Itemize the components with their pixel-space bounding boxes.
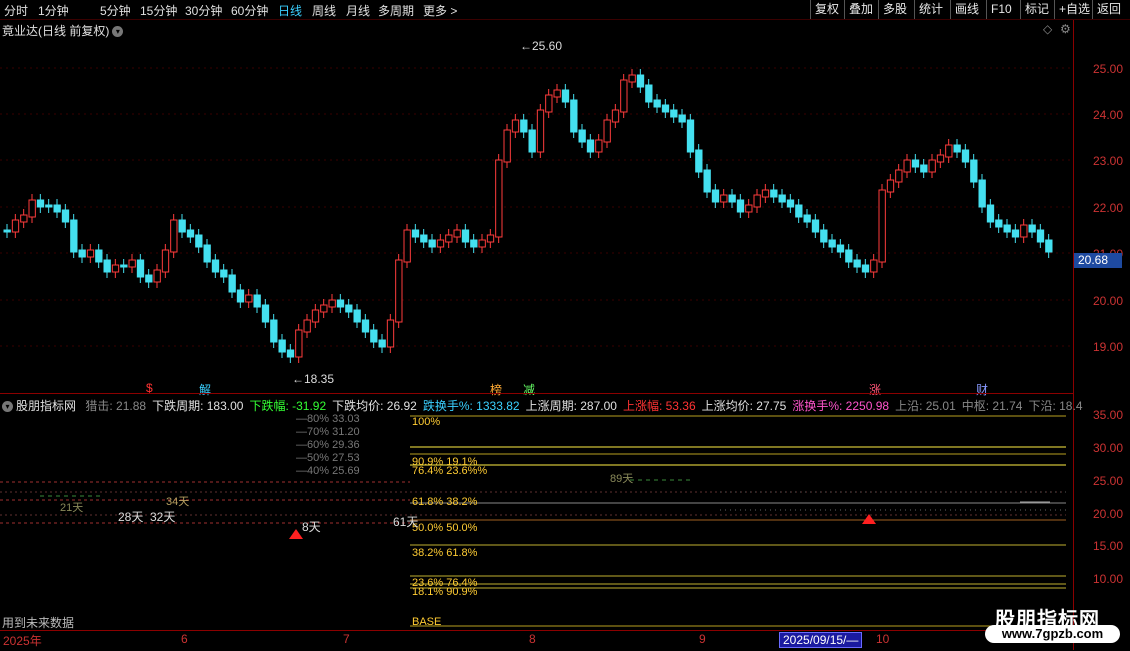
signal-text: 财: [976, 383, 989, 397]
day-label: 32天: [150, 510, 176, 524]
price-tick: 19.00: [1092, 340, 1123, 354]
date-tick: 7: [343, 632, 350, 646]
mark-button[interactable]: 标记: [1020, 0, 1053, 19]
date-tick: 10: [876, 632, 890, 646]
ladder-row: —40% 25.69: [296, 465, 360, 478]
future-data-note: 用到未来数据: [2, 616, 75, 630]
period-tab-5min[interactable]: 5分钟: [100, 2, 131, 19]
price-axis[interactable]: 25.00 24.00 23.00 22.00 21.00 20.00 19.0…: [1073, 20, 1130, 650]
date-tick: 2025年: [3, 634, 42, 648]
ladder-val: 25.69: [332, 465, 360, 477]
signal-marker-cai[interactable]: 财: [976, 381, 988, 398]
indicator-tick: 30.00: [1092, 441, 1123, 455]
signal-marker-jian[interactable]: 减: [523, 381, 535, 398]
ladder-pct: —50%: [296, 452, 330, 464]
signal-text: 减: [523, 383, 536, 397]
high-price-label: ←25.60: [520, 39, 563, 53]
ladder-row: —50% 27.53: [296, 452, 360, 465]
chevron-right-icon: >: [450, 4, 458, 18]
buy-signal-icon: [289, 529, 303, 539]
multi-stock-button[interactable]: 多股: [878, 0, 911, 19]
price-tick: 20.00: [1092, 294, 1123, 308]
more-label: 更多: [423, 4, 448, 18]
price-tick: 22.00: [1092, 201, 1123, 215]
ladder-row: —60% 29.36: [296, 439, 360, 452]
period-tab-fenshi[interactable]: 分时: [4, 2, 28, 19]
period-tab-more[interactable]: 更多 >: [423, 2, 457, 19]
period-tab-60min[interactable]: 60分钟: [231, 2, 268, 19]
price-tick: 23.00: [1092, 154, 1123, 168]
date-tick: 8: [529, 632, 536, 646]
ladder-pct: —80%: [296, 413, 330, 425]
ladder-pct: —60%: [296, 439, 330, 451]
buy-signal-icon: [862, 514, 876, 524]
candlestick-chart[interactable]: [0, 20, 1073, 392]
ladder-val: 31.20: [332, 426, 360, 438]
overlay-button[interactable]: 叠加: [844, 0, 877, 19]
draw-line-button[interactable]: 画线: [950, 0, 983, 19]
back-button[interactable]: 返回: [1092, 0, 1125, 19]
signal-marker-jie[interactable]: 解: [199, 381, 211, 398]
watermark-url: www.7gpzb.com: [985, 625, 1120, 643]
ladder-pct: —40%: [296, 465, 330, 477]
fib-label: BASE: [412, 616, 442, 628]
add-watchlist-button[interactable]: +自选: [1054, 0, 1094, 19]
indicator-tick: 15.00: [1092, 539, 1123, 553]
fib-label: 76.4% 23.6%%: [412, 465, 488, 477]
low-price-label: ←18.35: [292, 372, 335, 386]
signal-marker-bang[interactable]: 榜: [490, 381, 502, 398]
day-label: 21天: [60, 502, 84, 514]
day-label: 34天: [166, 496, 190, 508]
period-tab-multi[interactable]: 多周期: [378, 2, 414, 19]
fib-label: 100%: [412, 416, 441, 428]
date-tick: 6: [181, 632, 188, 646]
fib-label: 61.8% 38.2%: [412, 496, 478, 508]
day-label: 8天: [302, 520, 321, 534]
fib-label: 50.0% 50.0%: [412, 522, 478, 534]
signal-text: 解: [199, 383, 212, 397]
period-toolbar: 分时 1分钟 5分钟 15分钟 30分钟 60分钟 日线 周线 月线 多周期 更…: [0, 0, 1130, 20]
low-price-value: 18.35: [304, 372, 335, 386]
panel-divider[interactable]: [0, 393, 1073, 394]
signal-text: 榜: [490, 383, 503, 397]
fib-label: 18.1% 90.9%: [412, 586, 478, 598]
date-axis[interactable]: 2025年 6 7 8 9 2025/09/15/— 10: [0, 630, 1073, 651]
period-tab-15min[interactable]: 15分钟: [140, 2, 177, 19]
restore-rights-button[interactable]: 复权: [810, 0, 843, 19]
ladder-val: 33.03: [332, 413, 360, 425]
price-tick: 24.00: [1092, 108, 1123, 122]
period-tab-weekly[interactable]: 周线: [312, 2, 336, 19]
ladder-row: —70% 31.20: [296, 426, 360, 439]
day-label: 28天: [118, 510, 144, 524]
date-tick: 9: [699, 632, 706, 646]
statistics-button[interactable]: 统计: [914, 0, 947, 19]
price-tick: 25.00: [1092, 62, 1123, 76]
indicator-tick: 20.00: [1092, 507, 1123, 521]
ladder-labels: —80% 33.03 —70% 31.20 —60% 29.36 —50% 27…: [296, 413, 360, 478]
ladder-val: 29.36: [332, 439, 360, 451]
watermark: 股朋指标网 www.7gpzb.com: [985, 603, 1130, 647]
indicator-tick: 10.00: [1092, 572, 1123, 586]
signal-marker-zhang[interactable]: 涨: [869, 381, 881, 398]
indicator-tick: 35.00: [1092, 408, 1123, 422]
day-label: 89天: [610, 473, 634, 485]
ladder-pct: —70%: [296, 426, 330, 438]
period-tab-1min[interactable]: 1分钟: [38, 2, 69, 19]
f10-button[interactable]: F10: [986, 0, 1016, 19]
period-tab-daily[interactable]: 日线: [278, 2, 302, 19]
ladder-row: —80% 33.03: [296, 413, 360, 426]
fib-label: 38.2% 61.8%: [412, 547, 478, 559]
period-tab-30min[interactable]: 30分钟: [185, 2, 222, 19]
date-cursor-label: 2025/09/15/—: [779, 632, 863, 648]
period-tab-monthly[interactable]: 月线: [346, 2, 370, 19]
ladder-val: 27.53: [332, 452, 360, 464]
signal-text: 涨: [869, 383, 882, 397]
indicator-tick: 25.00: [1092, 474, 1123, 488]
current-price-flag: 20.68: [1074, 253, 1122, 268]
day-label: 61天: [393, 515, 419, 529]
high-price-value: 25.60: [532, 39, 563, 53]
